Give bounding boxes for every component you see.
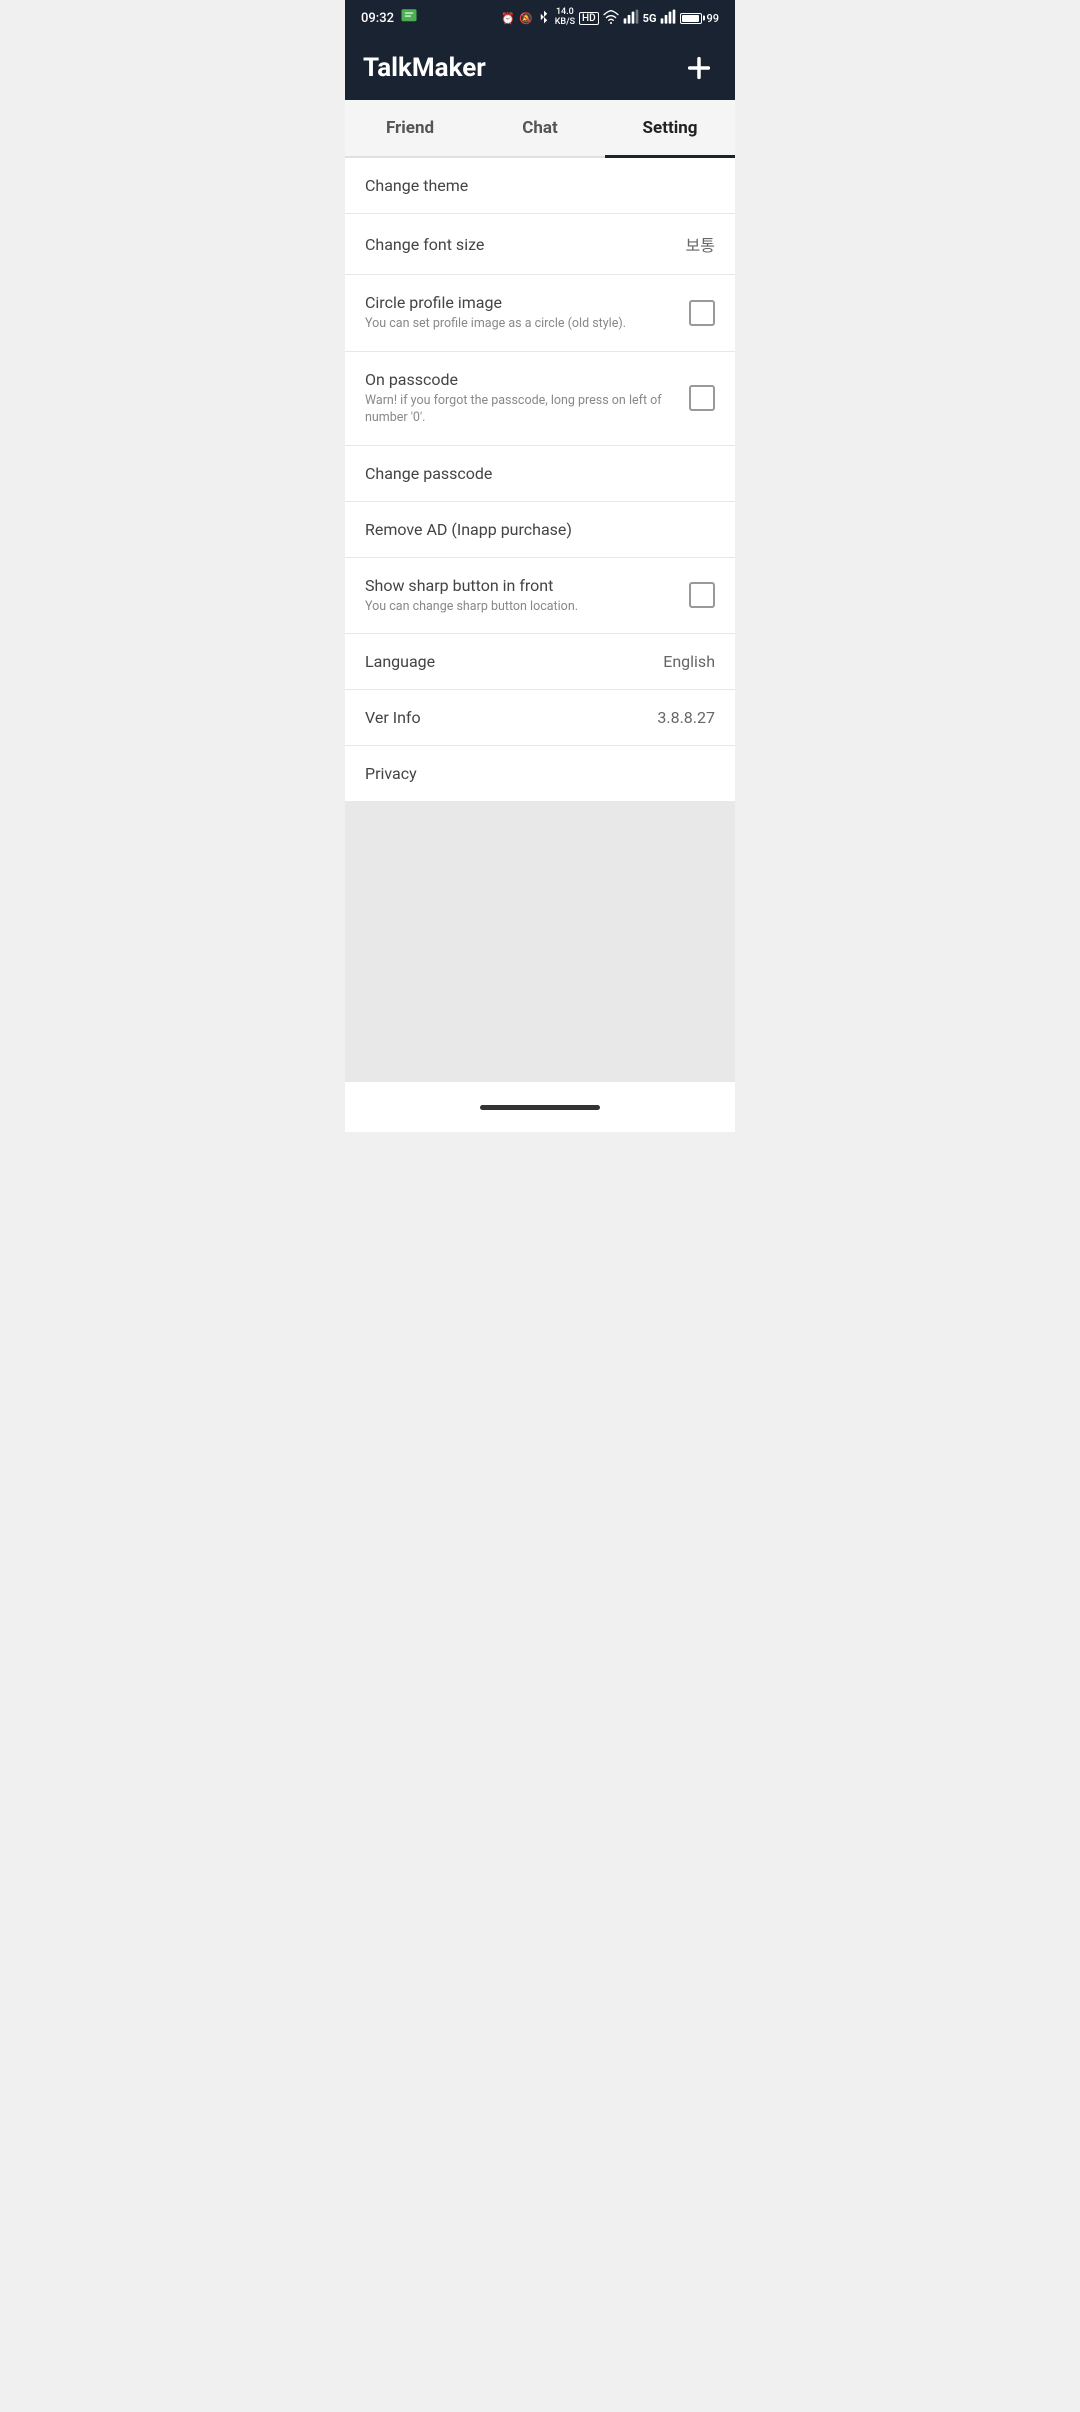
setting-value-ver-info: 3.8.8.27	[657, 708, 715, 727]
setting-value-language: English	[663, 652, 715, 671]
setting-item-sharp-button[interactable]: Show sharp button in front You can chang…	[345, 558, 735, 635]
status-right: ⏰ 🔕 14.0KB/S HD 5G	[501, 8, 719, 28]
setting-checkbox-sharp-button[interactable]	[689, 582, 715, 608]
setting-title-privacy: Privacy	[365, 764, 715, 783]
tab-setting-label: Setting	[643, 118, 698, 138]
signal-4g	[623, 9, 639, 28]
setting-item-change-passcode[interactable]: Change passcode	[345, 446, 735, 502]
nav-bar	[345, 1082, 735, 1132]
battery-icon	[680, 13, 702, 24]
status-left: 09:32	[361, 7, 418, 29]
setting-subtitle-circle-profile: You can set profile image as a circle (o…	[365, 315, 677, 333]
setting-subtitle-sharp-button: You can change sharp button location.	[365, 598, 677, 616]
message-icon	[400, 7, 418, 29]
bluetooth-icon	[537, 10, 551, 27]
setting-title-change-font-size: Change font size	[365, 235, 674, 254]
data-speed: 14.0KB/S	[555, 8, 575, 28]
tab-setting[interactable]: Setting	[605, 100, 735, 156]
mute-icon: 🔕	[519, 12, 533, 25]
setting-checkbox-circle-profile[interactable]	[689, 300, 715, 326]
add-button[interactable]	[681, 50, 717, 86]
setting-checkbox-on-passcode[interactable]	[689, 385, 715, 411]
settings-list: Change theme Change font size 보통 Circle …	[345, 158, 735, 802]
tab-friend[interactable]: Friend	[345, 100, 475, 156]
signal-5g	[660, 9, 676, 28]
setting-title-on-passcode: On passcode	[365, 370, 677, 389]
bottom-area	[345, 802, 735, 1082]
tab-chat[interactable]: Chat	[475, 100, 605, 156]
network-5g: 5G	[643, 12, 657, 25]
hd-icon: HD	[579, 12, 599, 25]
setting-subtitle-on-passcode: Warn! if you forgot the passcode, long p…	[365, 392, 677, 427]
alarm-icon: ⏰	[501, 12, 515, 25]
tab-bar: Friend Chat Setting	[345, 100, 735, 158]
setting-item-on-passcode[interactable]: On passcode Warn! if you forgot the pass…	[345, 352, 735, 446]
tab-friend-label: Friend	[386, 118, 434, 138]
setting-item-change-theme[interactable]: Change theme	[345, 158, 735, 214]
setting-title-ver-info: Ver Info	[365, 708, 645, 727]
status-bar: 09:32 ⏰ 🔕 14.0KB/S HD	[345, 0, 735, 36]
tab-chat-label: Chat	[522, 118, 558, 138]
nav-handle	[480, 1105, 600, 1110]
setting-title-remove-ad: Remove AD (Inapp purchase)	[365, 520, 715, 539]
setting-title-change-theme: Change theme	[365, 176, 715, 195]
setting-item-change-font-size[interactable]: Change font size 보통	[345, 214, 735, 275]
setting-item-ver-info[interactable]: Ver Info 3.8.8.27	[345, 690, 735, 746]
time-display: 09:32	[361, 11, 394, 26]
setting-title-change-passcode: Change passcode	[365, 464, 715, 483]
setting-item-circle-profile[interactable]: Circle profile image You can set profile…	[345, 275, 735, 352]
header: TalkMaker	[345, 36, 735, 100]
setting-value-font-size: 보통	[686, 232, 715, 256]
setting-item-remove-ad[interactable]: Remove AD (Inapp purchase)	[345, 502, 735, 558]
setting-title-language: Language	[365, 652, 651, 671]
setting-title-sharp-button: Show sharp button in front	[365, 576, 677, 595]
wifi-icon	[603, 9, 619, 28]
setting-title-circle-profile: Circle profile image	[365, 293, 677, 312]
setting-item-privacy[interactable]: Privacy	[345, 746, 735, 802]
app-title: TalkMaker	[363, 53, 486, 83]
battery-level: 99	[706, 12, 719, 25]
setting-item-language[interactable]: Language English	[345, 634, 735, 690]
